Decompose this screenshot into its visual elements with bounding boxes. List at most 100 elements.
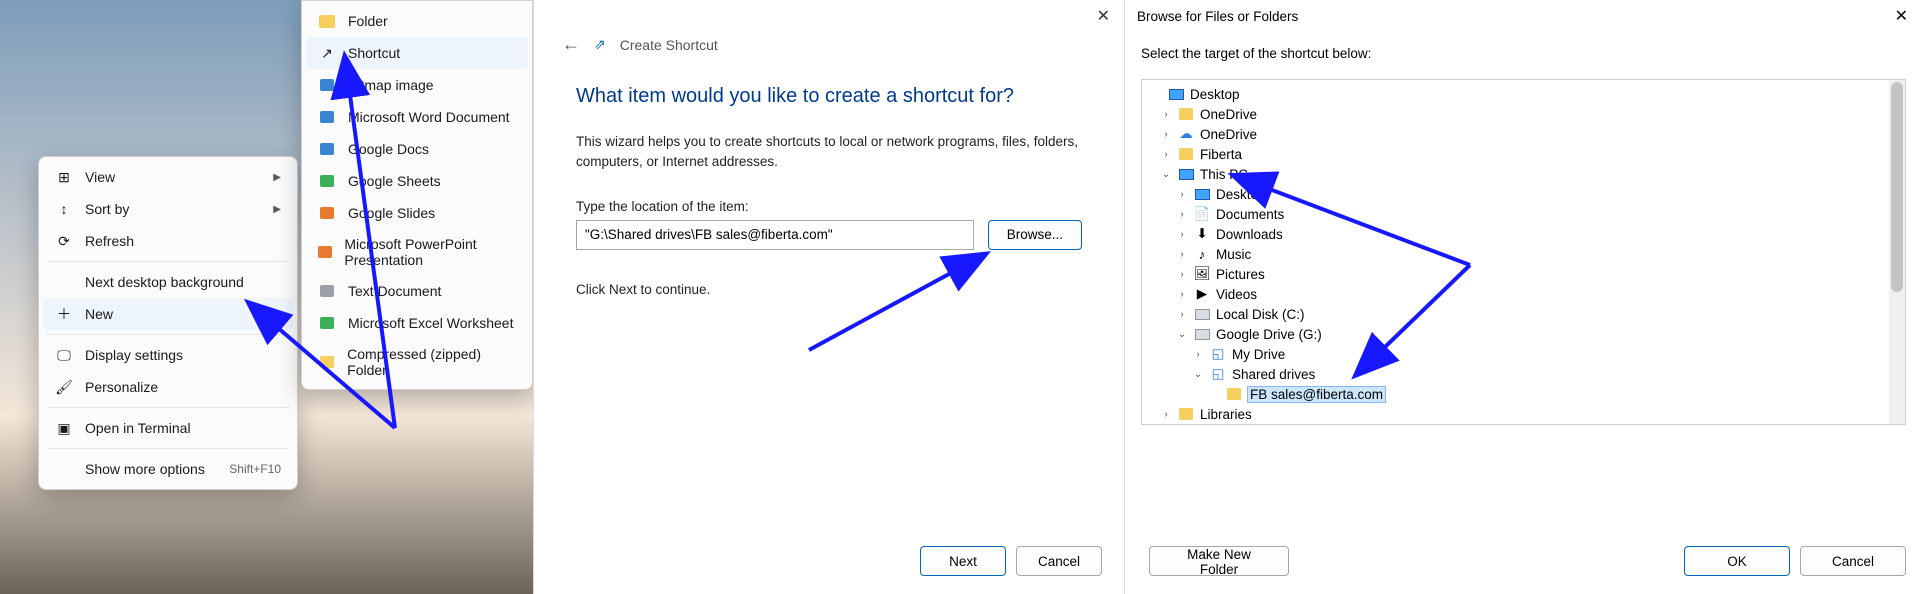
- wizard-breadcrumb: Create Shortcut: [620, 37, 718, 53]
- folder-icon: [318, 12, 336, 30]
- grid-icon: ⊞: [55, 168, 73, 186]
- more-icon: �⵼: [55, 460, 73, 478]
- ctx-sort-label: Sort by: [85, 201, 129, 217]
- ok-button[interactable]: OK: [1684, 546, 1790, 576]
- browse-dialog: Browse for Files or Folders ✕ Select the…: [1125, 0, 1920, 594]
- node-videos[interactable]: ›▶Videos: [1146, 284, 1905, 304]
- node-fiberta[interactable]: ›Fiberta: [1146, 144, 1905, 164]
- new-gsheets-label: Google Sheets: [348, 173, 441, 189]
- node-onedrive1[interactable]: ›OneDrive: [1146, 104, 1905, 124]
- node-documents[interactable]: ›📄Documents: [1146, 204, 1905, 224]
- close-icon[interactable]: ✕: [1895, 6, 1908, 26]
- display-icon: 🖵: [55, 346, 73, 364]
- ctx-view-label: View: [85, 169, 115, 185]
- new-ppt[interactable]: Microsoft PowerPoint Presentation: [306, 229, 528, 275]
- refresh-icon: ⟳: [55, 232, 73, 250]
- new-gdocs-label: Google Docs: [348, 141, 429, 157]
- downloads-icon: ⬇: [1194, 226, 1210, 242]
- node-gdrive[interactable]: ⌄Google Drive (G:): [1146, 324, 1905, 344]
- ctx-terminal[interactable]: ▣ Open in Terminal: [43, 412, 293, 444]
- ctx-view[interactable]: ⊞ View ▶: [43, 161, 293, 193]
- back-icon[interactable]: ←: [562, 34, 580, 55]
- ctx-refresh[interactable]: ⟳ Refresh: [43, 225, 293, 257]
- ctx-refresh-label: Refresh: [85, 233, 134, 249]
- ctx-personalize-label: Personalize: [85, 379, 158, 395]
- wizard-description: This wizard helps you to create shortcut…: [576, 132, 1082, 173]
- new-gslides-label: Google Slides: [348, 205, 435, 221]
- ctx-next-bg-label: Next desktop background: [85, 274, 244, 290]
- new-txt-label: Text Document: [348, 283, 441, 299]
- new-xls[interactable]: Microsoft Excel Worksheet: [306, 307, 528, 339]
- next-button[interactable]: Next: [920, 546, 1006, 576]
- documents-icon: 📄: [1194, 206, 1210, 222]
- ctx-display[interactable]: 🖵 Display settings: [43, 339, 293, 371]
- new-gslides[interactable]: Google Slides: [306, 197, 528, 229]
- node-pictures[interactable]: ›🖼Pictures: [1146, 264, 1905, 284]
- scrollbar-thumb[interactable]: [1891, 82, 1903, 292]
- ctx-next-bg[interactable]: Next desktop background: [43, 266, 293, 298]
- node-my-drive[interactable]: ›◱My Drive: [1146, 344, 1905, 364]
- new-txt[interactable]: Text Document: [306, 275, 528, 307]
- image-icon: [318, 76, 336, 94]
- gslides-icon: [318, 204, 336, 222]
- node-downloads[interactable]: ›⬇Downloads: [1146, 224, 1905, 244]
- gdrive-icon: ◱: [1210, 346, 1226, 362]
- folder-tree: Desktop ›OneDrive ›☁OneDrive ›Fiberta ⌄T…: [1141, 79, 1906, 425]
- node-shared-drives[interactable]: ⌄◱Shared drives: [1146, 364, 1905, 384]
- node-music[interactable]: ›♪Music: [1146, 244, 1905, 264]
- wizard-hint: Click Next to continue.: [576, 280, 1082, 300]
- videos-icon: ▶: [1194, 286, 1210, 302]
- new-word[interactable]: Microsoft Word Document: [306, 101, 528, 133]
- chevron-right-icon: ▶: [273, 204, 281, 215]
- new-word-label: Microsoft Word Document: [348, 109, 510, 125]
- ctx-new[interactable]: ＋ New ▶: [43, 298, 293, 330]
- make-new-folder-button[interactable]: Make New Folder: [1149, 546, 1289, 576]
- node-onedrive2[interactable]: ›☁OneDrive: [1146, 124, 1905, 144]
- separator: [47, 448, 289, 449]
- brush-icon: 🖌: [55, 378, 73, 396]
- node-local-disk[interactable]: ›Local Disk (C:): [1146, 304, 1905, 324]
- new-shortcut[interactable]: ↗ Shortcut: [306, 37, 528, 69]
- new-gdocs[interactable]: Google Docs: [306, 133, 528, 165]
- node-fb-sales[interactable]: FB sales@fiberta.com: [1146, 384, 1905, 404]
- node-this-pc[interactable]: ⌄This PC: [1146, 164, 1905, 184]
- browse-button[interactable]: Browse...: [988, 220, 1082, 250]
- location-input[interactable]: [576, 220, 974, 250]
- desktop-area: ⊞ View ▶ ↕ Sort by ▶ ⟳ Refresh Next desk…: [0, 0, 533, 594]
- ctx-more-label: Show more options: [85, 461, 205, 477]
- cancel-button[interactable]: Cancel: [1800, 546, 1906, 576]
- dialog-subtitle: Select the target of the shortcut below:: [1125, 30, 1920, 75]
- cancel-button[interactable]: Cancel: [1016, 546, 1102, 576]
- context-menu-desktop: ⊞ View ▶ ↕ Sort by ▶ ⟳ Refresh Next desk…: [38, 156, 298, 490]
- node-network[interactable]: 🖧Network: [1146, 424, 1905, 425]
- excel-icon: [318, 314, 336, 332]
- close-icon[interactable]: ✕: [1097, 6, 1110, 26]
- ctx-more[interactable]: �⵼ Show more options Shift+F10: [43, 453, 293, 485]
- ctx-new-label: New: [85, 306, 113, 322]
- ctx-more-kbd: Shift+F10: [229, 462, 281, 476]
- shared-icon: ◱: [1210, 366, 1226, 382]
- word-icon: [318, 108, 336, 126]
- new-folder-label: Folder: [348, 13, 388, 29]
- ctx-display-label: Display settings: [85, 347, 183, 363]
- location-label: Type the location of the item:: [576, 199, 1082, 214]
- new-gsheets[interactable]: Google Sheets: [306, 165, 528, 197]
- ctx-sort[interactable]: ↕ Sort by ▶: [43, 193, 293, 225]
- chevron-right-icon: ▶: [273, 309, 281, 320]
- gsheets-icon: [318, 172, 336, 190]
- ctx-personalize[interactable]: 🖌 Personalize: [43, 371, 293, 403]
- new-zip[interactable]: Compressed (zipped) Folder: [306, 339, 528, 385]
- music-icon: ♪: [1194, 246, 1210, 262]
- new-shortcut-label: Shortcut: [348, 45, 400, 61]
- create-shortcut-wizard: ✕ ← ⇗ Create Shortcut What item would yo…: [533, 0, 1125, 594]
- node-pc-desktop[interactable]: ›Desktop: [1146, 184, 1905, 204]
- separator: [47, 334, 289, 335]
- scrollbar[interactable]: [1889, 80, 1905, 424]
- gdocs-icon: [318, 140, 336, 158]
- plus-icon: ＋: [55, 305, 73, 323]
- node-desktop[interactable]: Desktop: [1146, 84, 1905, 104]
- wizard-pin-icon: ⇗: [594, 36, 606, 53]
- new-bitmap[interactable]: Bitmap image: [306, 69, 528, 101]
- new-folder[interactable]: Folder: [306, 5, 528, 37]
- node-libraries[interactable]: ›Libraries: [1146, 404, 1905, 424]
